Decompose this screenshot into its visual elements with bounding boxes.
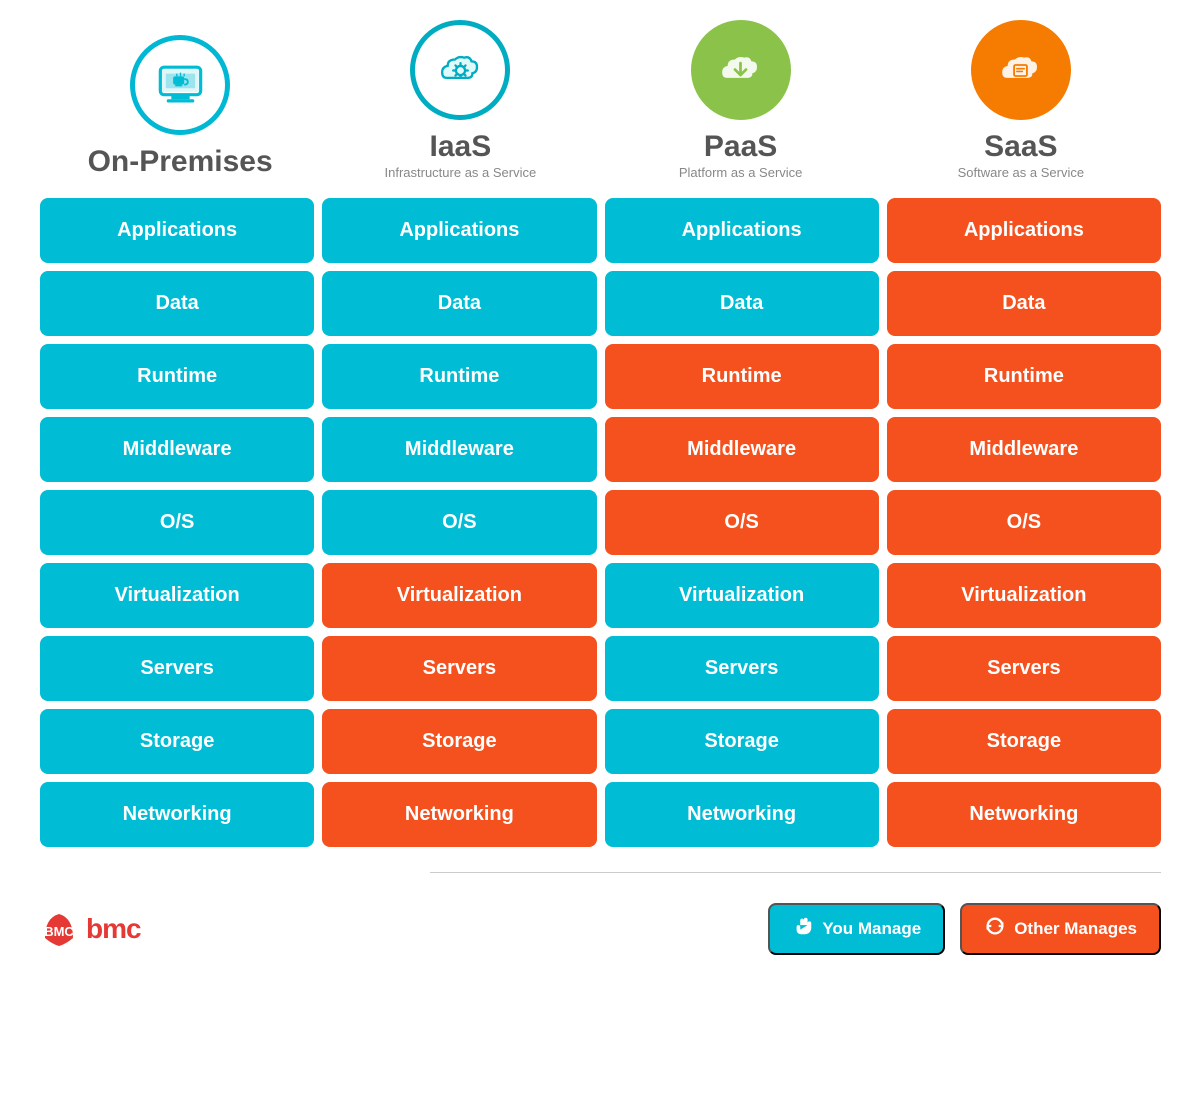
iaas-subtitle: Infrastructure as a Service: [385, 165, 537, 180]
cell-4-2: O/S: [605, 490, 879, 555]
monitor-icon: [153, 58, 208, 113]
cell-3-0: Middleware: [40, 417, 314, 482]
grid-row: VirtualizationVirtualizationVirtualizati…: [40, 563, 1161, 628]
column-header-iaas: IaaS Infrastructure as a Service: [325, 20, 595, 180]
on-premises-title: On-Premises: [88, 145, 273, 178]
column-header-paas: PaaS Platform as a Service: [606, 20, 876, 180]
cell-5-1: Virtualization: [322, 563, 596, 628]
grid-row: NetworkingNetworkingNetworkingNetworking: [40, 782, 1161, 847]
cell-4-0: O/S: [40, 490, 314, 555]
cell-0-2: Applications: [605, 198, 879, 263]
iaas-icon-circle: [410, 20, 510, 120]
footer-area: BMC bmc You Manage: [30, 903, 1171, 975]
cell-8-1: Networking: [322, 782, 596, 847]
download-cloud-icon: [713, 43, 768, 98]
column-header-on-premises: On-Premises: [45, 35, 315, 180]
cell-4-3: O/S: [887, 490, 1161, 555]
saas-title: SaaS: [984, 130, 1057, 163]
cell-7-2: Storage: [605, 709, 879, 774]
cell-6-0: Servers: [40, 636, 314, 701]
cell-7-3: Storage: [887, 709, 1161, 774]
column-header-saas: SaaS Software as a Service: [886, 20, 1156, 180]
gear-cloud-icon: [433, 43, 488, 98]
doc-cloud-icon: [993, 43, 1048, 98]
on-premises-icon-circle: [130, 35, 230, 135]
bmc-icon: BMC: [40, 910, 78, 948]
paas-title: PaaS: [704, 130, 777, 163]
grid-row: RuntimeRuntimeRuntimeRuntime: [40, 344, 1161, 409]
cell-2-0: Runtime: [40, 344, 314, 409]
cell-1-2: Data: [605, 271, 879, 336]
grid-row: O/SO/SO/SO/S: [40, 490, 1161, 555]
grid-row: ServersServersServersServers: [40, 636, 1161, 701]
cell-3-1: Middleware: [322, 417, 596, 482]
cell-8-0: Networking: [40, 782, 314, 847]
paas-icon-circle: [691, 20, 791, 120]
paas-subtitle: Platform as a Service: [679, 165, 803, 180]
cell-4-1: O/S: [322, 490, 596, 555]
cell-8-3: Networking: [887, 782, 1161, 847]
cell-1-1: Data: [322, 271, 596, 336]
cell-2-2: Runtime: [605, 344, 879, 409]
grid-row: ApplicationsApplicationsApplicationsAppl…: [40, 198, 1161, 263]
cell-7-1: Storage: [322, 709, 596, 774]
cycle-icon: [984, 915, 1006, 943]
svg-text:BMC: BMC: [44, 924, 74, 939]
cell-2-1: Runtime: [322, 344, 596, 409]
you-manage-button[interactable]: You Manage: [768, 903, 945, 955]
cell-0-1: Applications: [322, 198, 596, 263]
cell-8-2: Networking: [605, 782, 879, 847]
cell-5-2: Virtualization: [605, 563, 879, 628]
legend-buttons: You Manage Other Manages: [768, 903, 1161, 955]
header-row: On-Premises IaaS Infrastructure as a Ser…: [30, 20, 1171, 180]
cell-3-3: Middleware: [887, 417, 1161, 482]
hand-svg: [792, 915, 814, 937]
grid-row: MiddlewareMiddlewareMiddlewareMiddleware: [40, 417, 1161, 482]
cell-2-3: Runtime: [887, 344, 1161, 409]
cell-6-2: Servers: [605, 636, 879, 701]
cell-5-3: Virtualization: [887, 563, 1161, 628]
hand-icon: [792, 915, 814, 943]
cell-6-3: Servers: [887, 636, 1161, 701]
cell-1-0: Data: [40, 271, 314, 336]
other-manages-button[interactable]: Other Manages: [960, 903, 1161, 955]
cell-0-3: Applications: [887, 198, 1161, 263]
cell-1-3: Data: [887, 271, 1161, 336]
cell-6-1: Servers: [322, 636, 596, 701]
grid-row: StorageStorageStorageStorage: [40, 709, 1161, 774]
cycle-svg: [984, 915, 1006, 937]
iaas-title: IaaS: [430, 130, 492, 163]
cell-7-0: Storage: [40, 709, 314, 774]
cell-0-0: Applications: [40, 198, 314, 263]
bmc-logo: BMC bmc: [40, 910, 141, 948]
main-container: On-Premises IaaS Infrastructure as a Ser…: [0, 0, 1201, 975]
bmc-logo-text: bmc: [86, 913, 141, 945]
saas-icon-circle: [971, 20, 1071, 120]
cell-3-2: Middleware: [605, 417, 879, 482]
grid-table: ApplicationsApplicationsApplicationsAppl…: [30, 198, 1171, 847]
other-manages-label: Other Manages: [1014, 919, 1137, 939]
grid-row: DataDataDataData: [40, 271, 1161, 336]
you-manage-label: You Manage: [822, 919, 921, 939]
cell-5-0: Virtualization: [40, 563, 314, 628]
saas-subtitle: Software as a Service: [958, 165, 1084, 180]
